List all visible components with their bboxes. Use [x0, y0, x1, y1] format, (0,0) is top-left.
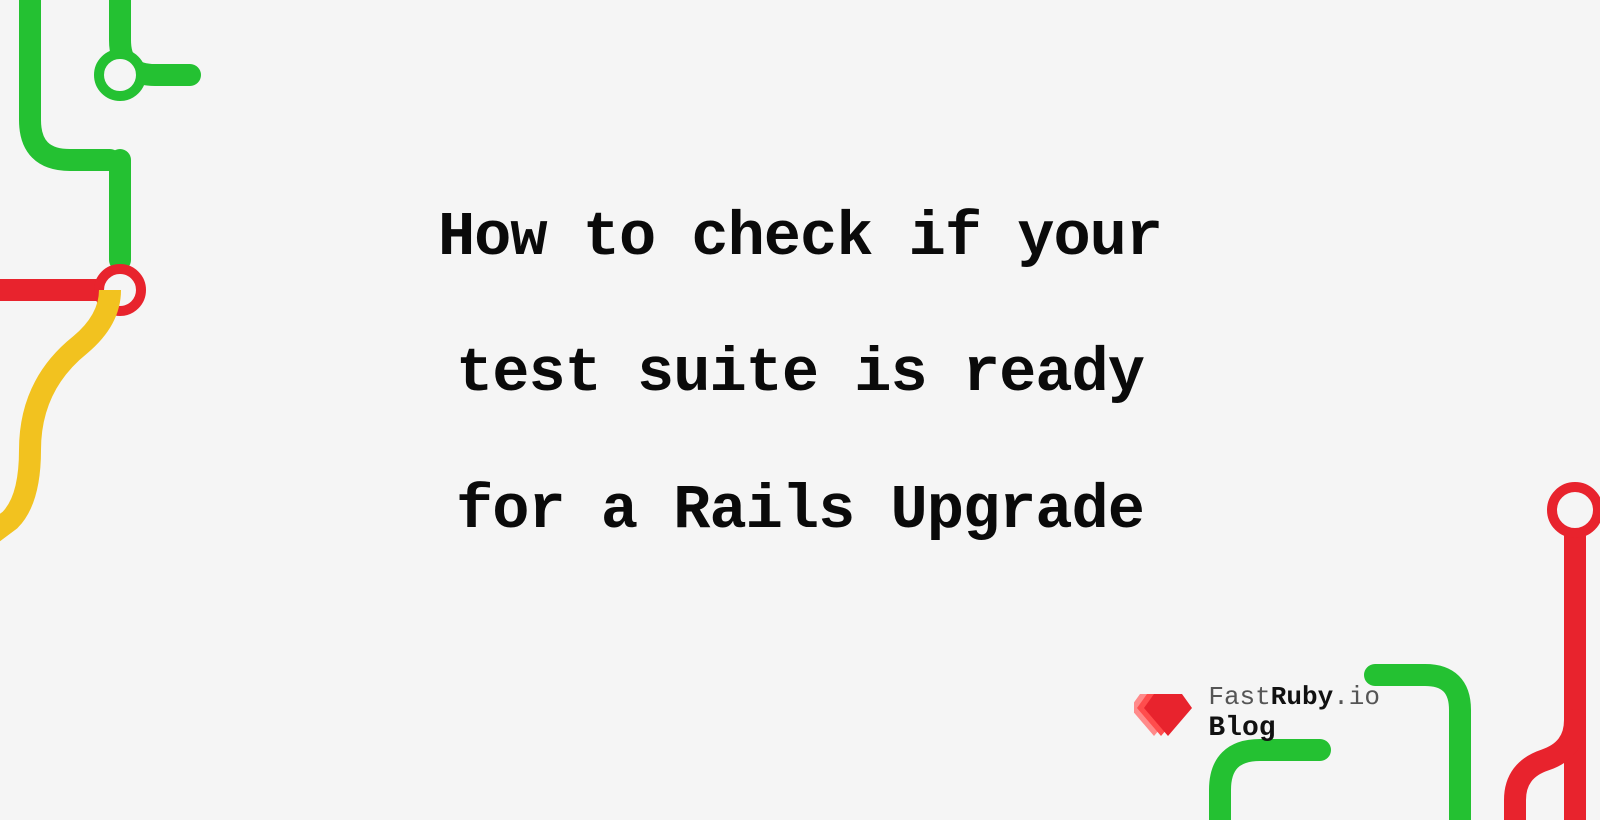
title-line-2: test suite is ready — [0, 306, 1600, 442]
title-line-3: for a Rails Upgrade — [0, 443, 1600, 579]
logo: FastRuby.io Blog — [1134, 683, 1380, 745]
logo-prefix: Fast — [1208, 682, 1270, 712]
logo-text: FastRuby.io Blog — [1208, 683, 1380, 745]
logo-subtitle: Blog — [1208, 713, 1380, 745]
ruby-icon — [1134, 686, 1194, 741]
logo-brand-line: FastRuby.io — [1208, 683, 1380, 713]
page-title: How to check if your test suite is ready… — [0, 170, 1600, 579]
title-line-1: How to check if your — [0, 170, 1600, 306]
banner-canvas: How to check if your test suite is ready… — [0, 0, 1600, 800]
logo-suffix: .io — [1333, 682, 1380, 712]
logo-mid: Ruby — [1271, 682, 1333, 712]
